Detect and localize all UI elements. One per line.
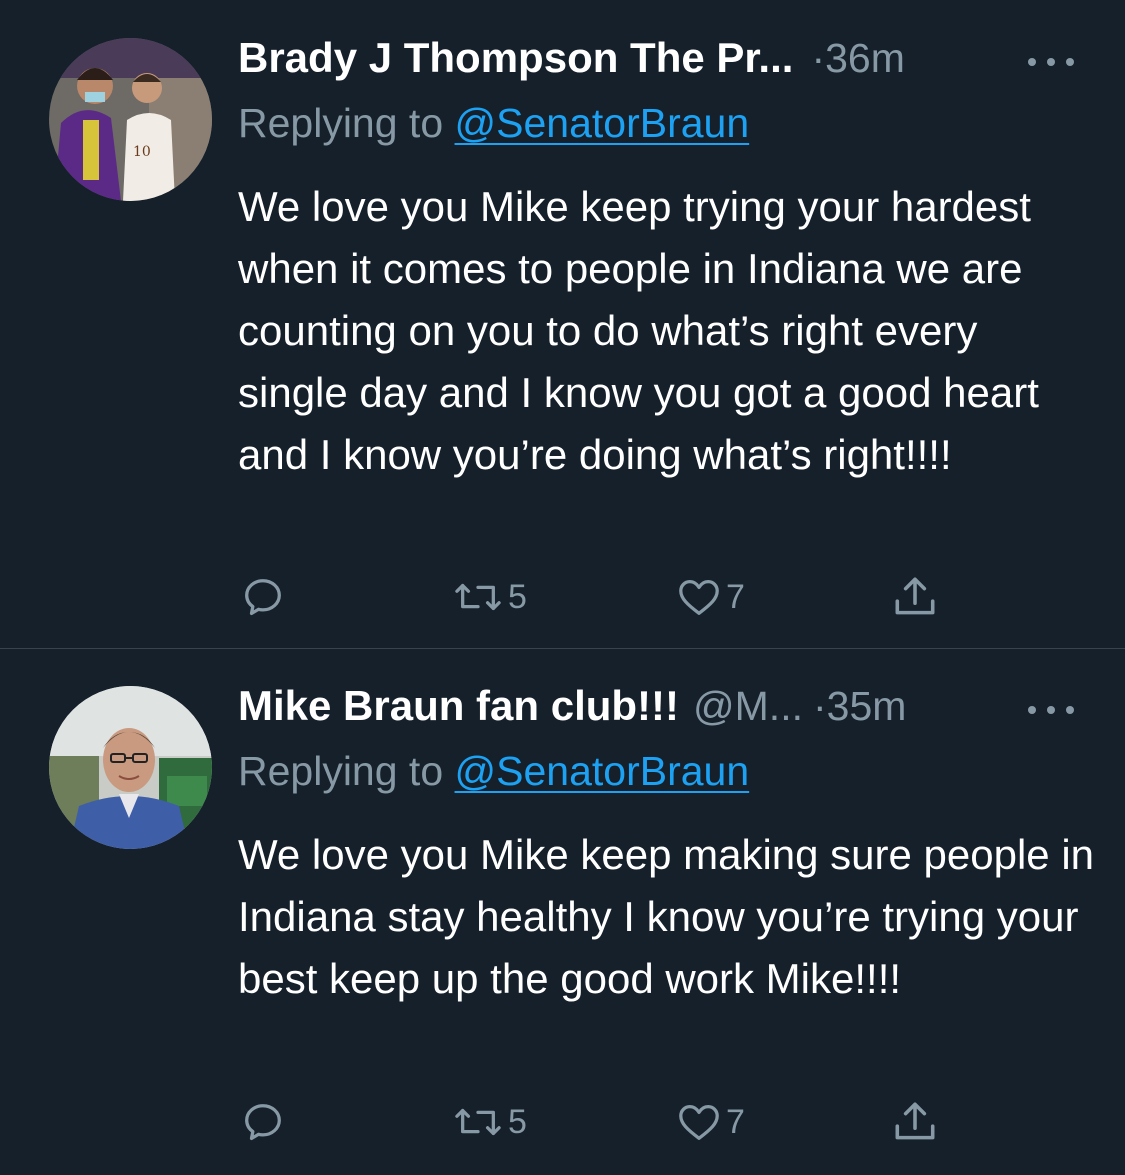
time-value: 35m [826, 683, 907, 729]
display-name[interactable]: Mike Braun fan club!!! [238, 682, 679, 730]
timestamp[interactable]: ·35m [813, 683, 906, 730]
reply-button[interactable] [240, 572, 286, 622]
dot [1066, 58, 1074, 66]
mention-link[interactable]: @SenatorBraun [455, 100, 750, 146]
dot [1028, 706, 1036, 714]
dot [1066, 706, 1074, 714]
dot [1028, 58, 1036, 66]
like-icon [679, 580, 719, 615]
avatar[interactable]: 10 [49, 38, 212, 201]
more-options-button[interactable] [1028, 52, 1074, 72]
tweet-header: Mike Braun fan club!!! @M... ·35m [238, 682, 906, 742]
reply-button[interactable] [240, 1097, 286, 1147]
mention-link[interactable]: @SenatorBraun [455, 748, 750, 794]
avatar[interactable] [49, 686, 212, 849]
avatar-photo [49, 686, 212, 849]
like-button[interactable]: 7 [676, 1097, 745, 1147]
tweet-header: Brady J Thompson The Pr... ·36m [238, 34, 905, 94]
reply-icon [245, 1104, 281, 1141]
retweet-icon [455, 1108, 501, 1136]
retweet-button[interactable]: 5 [452, 572, 527, 622]
tweet-text: We love you Mike keep trying your hardes… [238, 183, 1039, 478]
retweet-count: 5 [508, 577, 527, 616]
replying-prefix: Replying to [238, 748, 444, 794]
timestamp[interactable]: ·36m [811, 35, 904, 82]
separator: · [811, 35, 826, 81]
tweet-text: We love you Mike keep making sure people… [238, 831, 1095, 1002]
like-count: 7 [726, 1102, 745, 1141]
share-icon [895, 1102, 935, 1140]
retweet-count: 5 [508, 1102, 527, 1141]
like-icon [679, 1105, 719, 1140]
replying-to: Replying to @SenatorBraun [238, 748, 749, 795]
share-button[interactable] [890, 572, 940, 622]
share-button[interactable] [890, 1097, 940, 1147]
dot [1047, 58, 1055, 66]
retweet-button[interactable]: 5 [452, 1097, 527, 1147]
tweet[interactable]: 10 Brady J Thompson The Pr... ·36m Reply… [0, 0, 1125, 649]
avatar-photo: 10 [49, 38, 212, 201]
svg-text:10: 10 [133, 144, 151, 160]
time-value: 36m [825, 35, 905, 81]
tweet[interactable]: Mike Braun fan club!!! @M... ·35m Replyi… [0, 649, 1125, 1175]
replying-to: Replying to @SenatorBraun [238, 100, 749, 147]
like-count: 7 [726, 577, 745, 616]
separator: · [812, 683, 827, 729]
share-icon [895, 577, 935, 615]
action-bar: 5 7 [240, 1097, 960, 1147]
more-options-button[interactable] [1028, 700, 1074, 720]
replying-prefix: Replying to [238, 100, 444, 146]
action-bar: 5 7 [240, 572, 960, 622]
display-name[interactable]: Brady J Thompson The Pr... [238, 34, 793, 82]
like-button[interactable]: 7 [676, 572, 745, 622]
reply-icon [245, 579, 281, 616]
retweet-icon [455, 583, 501, 611]
user-handle[interactable]: @M... [693, 683, 803, 730]
dot [1047, 706, 1055, 714]
